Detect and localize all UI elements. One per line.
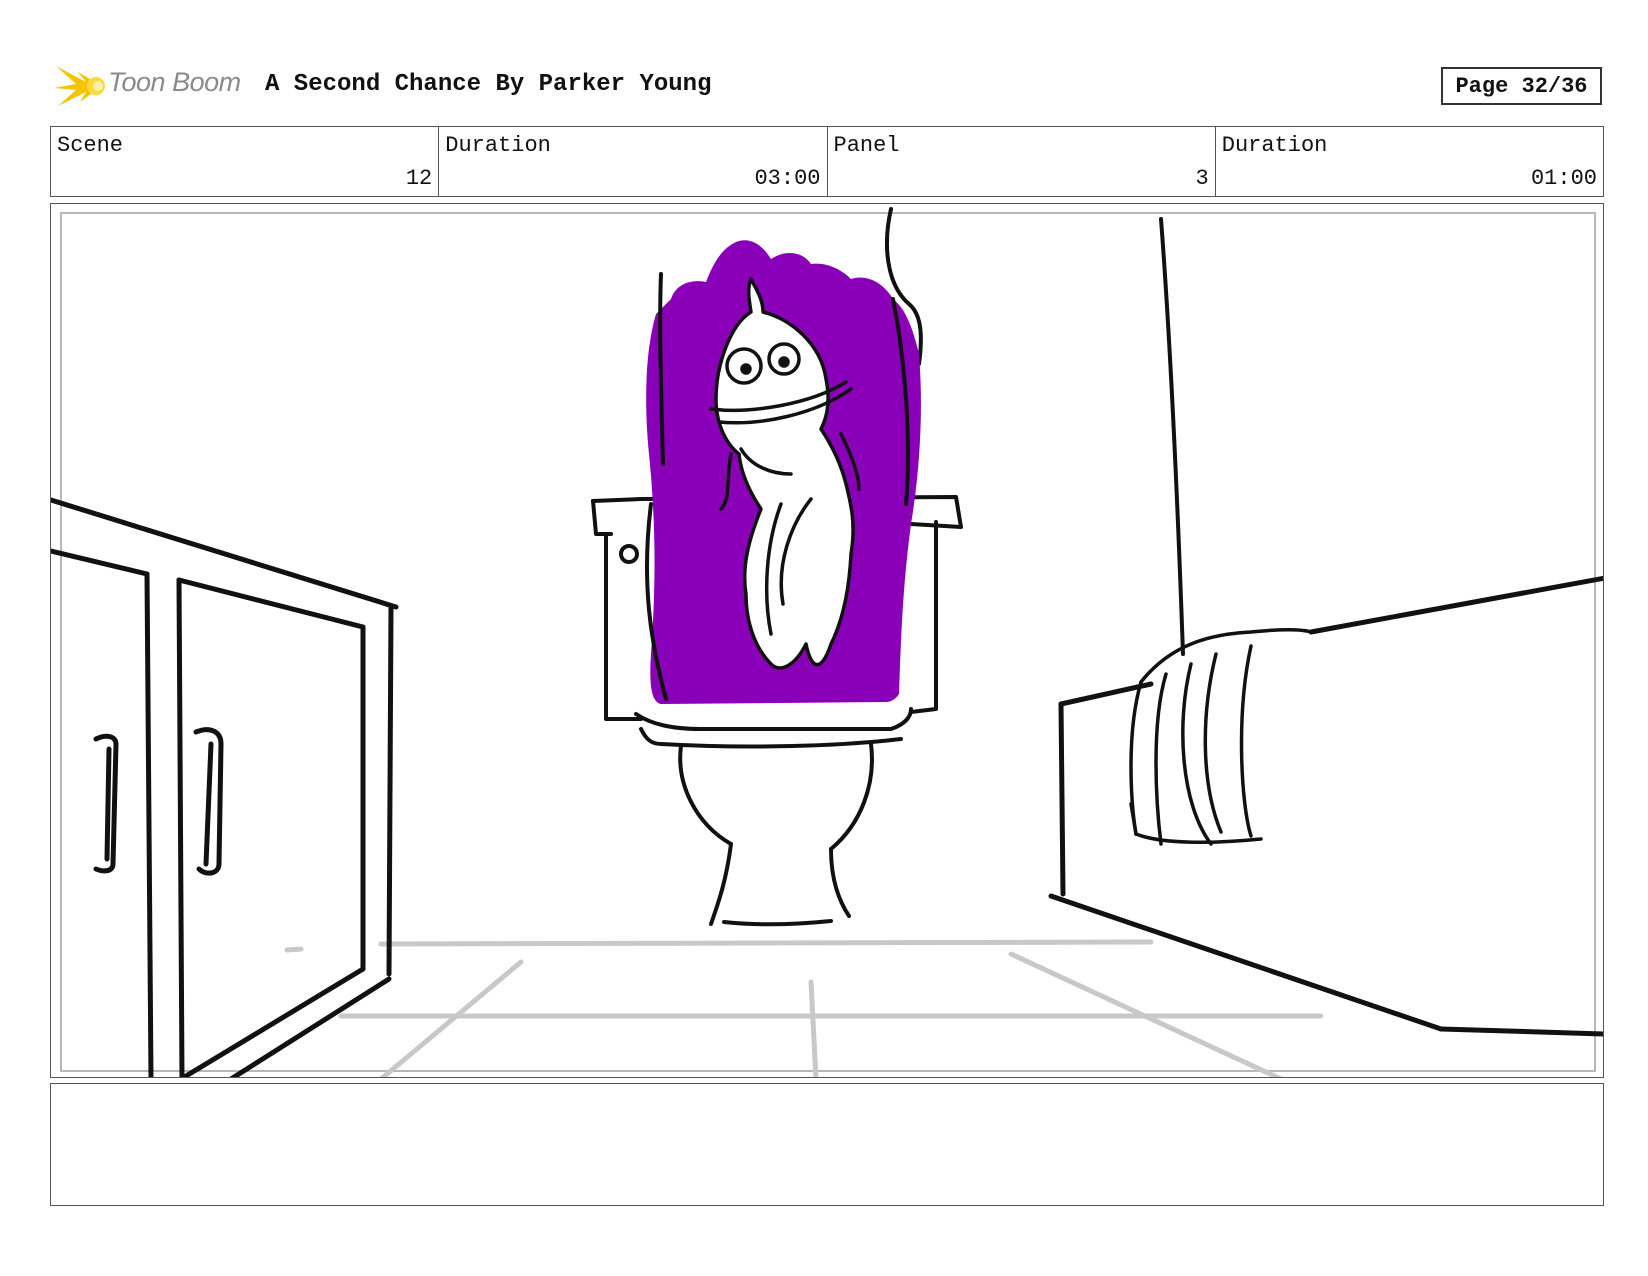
scene-duration-value: 03:00 [754,166,821,191]
scene-duration-cell: Duration 03:00 [439,127,828,196]
panel-notes [50,1083,1604,1206]
floor-tiles [284,939,1324,1077]
scene-value: 12 [405,166,433,191]
logo-text: Toon Boom [108,67,241,97]
scene-duration-label: Duration [445,133,551,158]
panel-label: Panel [833,133,900,158]
shower-curtain [885,207,1185,656]
vanity-cabinet [51,497,399,1077]
storyboard-panel [50,203,1604,1078]
panel-cell: Panel 3 [828,127,1216,196]
panel-value: 3 [1195,166,1209,191]
scene-label: Scene [57,133,124,158]
toon-boom-logo: Toon Boom [52,58,252,114]
starburst-icon [54,66,105,106]
hanging-towel [1129,628,1313,846]
storyboard-title: A Second Chance By Parker Young [265,71,712,98]
scene-cell: Scene 12 [51,127,440,196]
panel-duration-label: Duration [1221,133,1328,158]
panel-duration-value: 01:00 [1530,166,1597,191]
panel-duration-cell: Duration 01:00 [1216,127,1603,196]
panel-sketch [51,207,1603,1077]
page-number: Page 32/36 [1441,67,1602,105]
scene-info-row: Scene 12 Duration 03:00 Panel 3 Duration… [50,126,1604,197]
